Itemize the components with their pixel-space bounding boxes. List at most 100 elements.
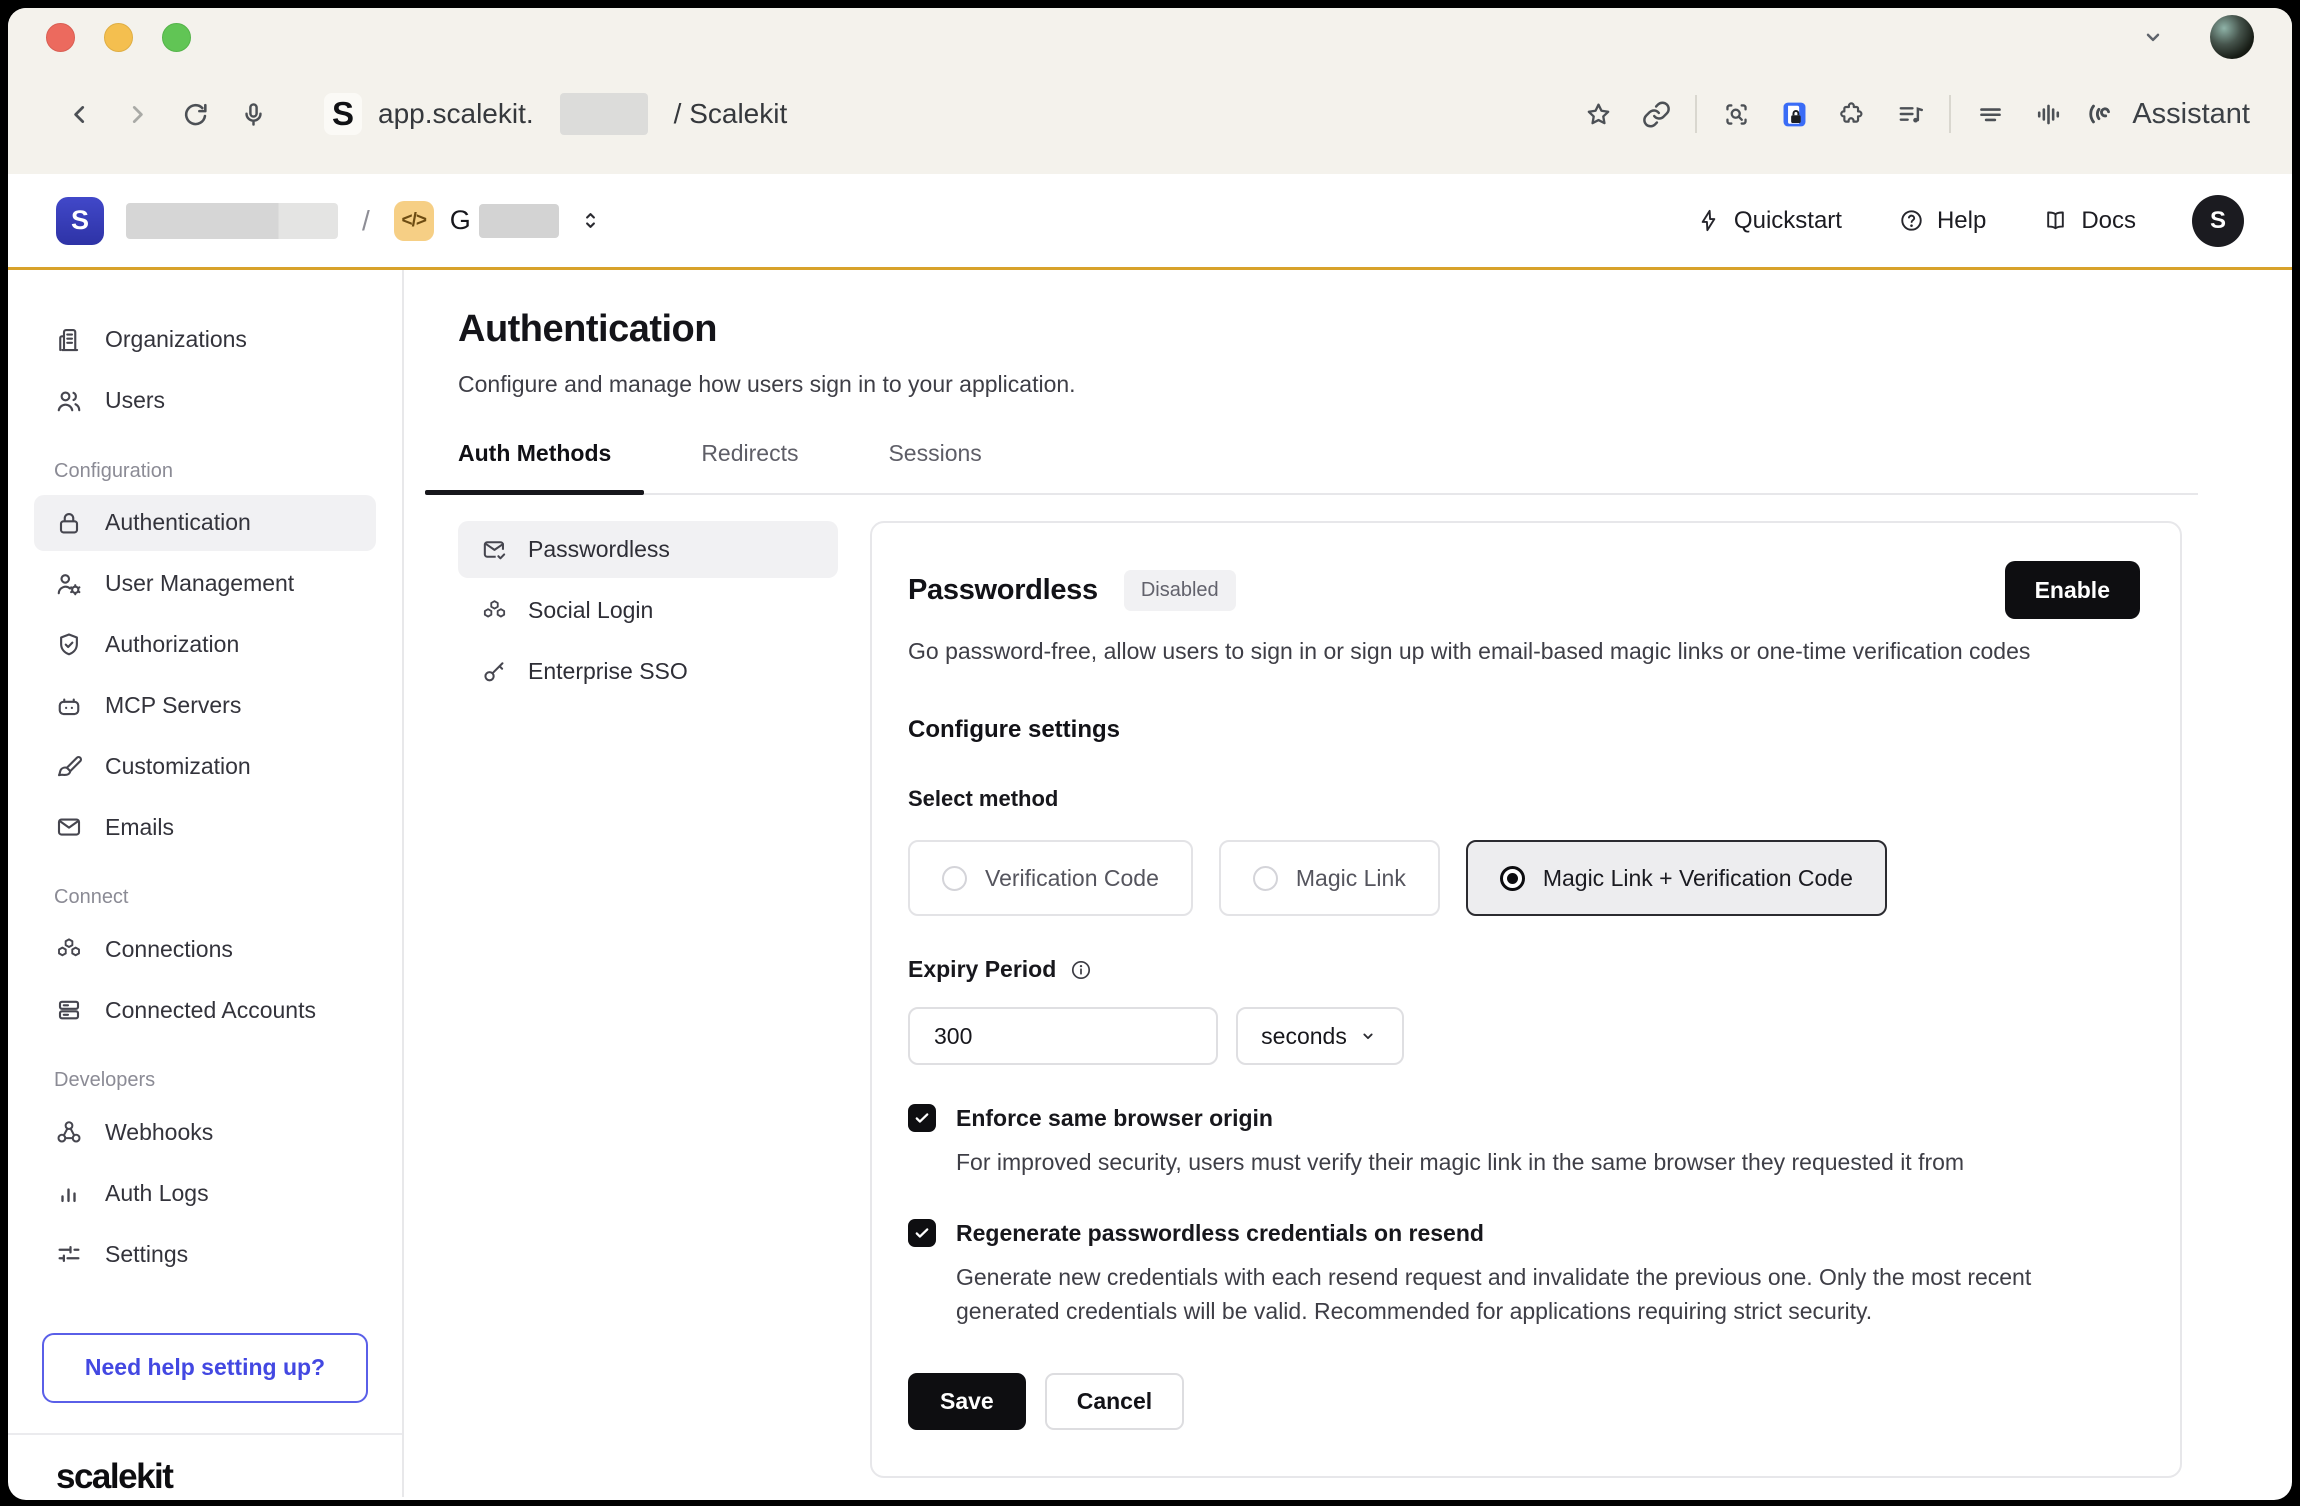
close-window-button[interactable] — [46, 23, 75, 52]
cancel-button[interactable]: Cancel — [1045, 1373, 1184, 1430]
sidebar-item-connections[interactable]: Connections — [34, 921, 376, 977]
environment-name[interactable]: G — [450, 205, 471, 236]
assistant-button[interactable]: Assistant — [2085, 97, 2250, 131]
sidebar-item-label: Customization — [105, 753, 251, 780]
star-icon[interactable] — [1569, 85, 1627, 143]
environment-switcher[interactable] — [577, 207, 604, 234]
lock-icon — [54, 508, 84, 538]
user-avatar[interactable]: S — [2192, 195, 2244, 247]
sidebar-item-user-management[interactable]: User Management — [34, 556, 376, 612]
radio-checked-icon — [1500, 866, 1525, 891]
sidebar-item-users[interactable]: Users — [34, 373, 376, 429]
need-help-button[interactable]: Need help setting up? — [42, 1333, 368, 1403]
info-icon[interactable] — [1069, 958, 1093, 982]
media-list-icon[interactable] — [1881, 85, 1939, 143]
password-manager-icon[interactable] — [1765, 85, 1823, 143]
org-logo[interactable]: S — [56, 197, 104, 245]
address-bar[interactable]: S app.scalekit. / Scalekit — [324, 93, 1569, 135]
organizations-icon — [54, 325, 84, 355]
sidebar-item-organizations[interactable]: Organizations — [34, 312, 376, 368]
back-icon[interactable] — [50, 85, 108, 143]
chevron-down-icon — [1357, 1025, 1379, 1047]
redacted-url-segment — [560, 93, 648, 135]
mail-check-icon — [480, 535, 509, 564]
enable-button[interactable]: Enable — [2005, 561, 2140, 619]
extensions-icon[interactable] — [1823, 85, 1881, 143]
app-header: S / </> G Quickstart Help Docs S — [8, 174, 2292, 270]
subnav-item-label: Social Login — [528, 597, 653, 624]
chevron-down-icon[interactable] — [2138, 22, 2168, 52]
subnav-item-social-login[interactable]: Social Login — [458, 582, 838, 639]
regenerate-credentials-label[interactable]: Regenerate passwordless credentials on r… — [956, 1218, 1484, 1248]
scalekit-logo: scalekit — [34, 1435, 376, 1497]
mail-icon — [54, 812, 84, 842]
toolbar-divider — [1949, 95, 1951, 133]
expiry-period-label: Expiry Period — [908, 956, 2140, 983]
zoom-window-button[interactable] — [162, 23, 191, 52]
assistant-wave-icon — [2085, 97, 2119, 131]
book-icon — [2042, 207, 2069, 234]
save-button[interactable]: Save — [908, 1373, 1026, 1430]
sidebar-item-webhooks[interactable]: Webhooks — [34, 1104, 376, 1160]
enforce-origin-row: Enforce same browser origin — [908, 1103, 2140, 1133]
expiry-unit-select[interactable]: seconds — [1236, 1007, 1404, 1065]
sidebar-item-mcp-servers[interactable]: MCP Servers — [34, 678, 376, 734]
forward-icon[interactable] — [108, 85, 166, 143]
sidebar-item-settings[interactable]: Settings — [34, 1226, 376, 1282]
sidebar-item-label: Settings — [105, 1241, 188, 1268]
checkbox-checked-icon[interactable] — [908, 1104, 936, 1132]
url-text: app.scalekit. — [378, 98, 534, 130]
method-option-verification-code[interactable]: Verification Code — [908, 840, 1193, 916]
browser-toolbar: S app.scalekit. / Scalekit Assistant — [8, 66, 2292, 162]
select-method-label: Select method — [908, 786, 2140, 812]
sidebar-item-emails[interactable]: Emails — [34, 799, 376, 855]
browser-profile-avatar[interactable] — [2210, 15, 2254, 59]
method-option-magic-link[interactable]: Magic Link — [1219, 840, 1440, 916]
expiry-period-input[interactable] — [908, 1007, 1218, 1065]
sidebar-item-authentication[interactable]: Authentication — [34, 495, 376, 551]
subnav-item-enterprise-sso[interactable]: Enterprise SSO — [458, 643, 838, 700]
cubes-icon — [54, 934, 84, 964]
tab-redirects[interactable]: Redirects — [701, 440, 798, 493]
method-option-magic-link-verification-code[interactable]: Magic Link + Verification Code — [1466, 840, 1887, 916]
subnav-item-label: Enterprise SSO — [528, 658, 688, 685]
passwordless-panel: Passwordless Disabled Enable Go password… — [870, 521, 2182, 1478]
mic-icon[interactable] — [224, 85, 282, 143]
sidebar-item-customization[interactable]: Customization — [34, 739, 376, 795]
radio-unchecked-icon — [1253, 866, 1278, 891]
sidebar-section-connect: Connect — [54, 886, 376, 909]
search-zoom-icon[interactable] — [1707, 85, 1765, 143]
key-icon — [480, 657, 509, 686]
quickstart-link[interactable]: Quickstart — [1695, 207, 1842, 235]
shield-check-icon — [54, 630, 84, 660]
link-icon[interactable] — [1627, 85, 1685, 143]
enforce-origin-description: For improved security, users must verify… — [956, 1145, 2106, 1180]
reader-mode-icon[interactable] — [1961, 85, 2019, 143]
site-favicon: S — [324, 93, 362, 135]
bar-chart-icon — [54, 1178, 84, 1208]
status-badge: Disabled — [1124, 570, 1236, 611]
page-subtitle: Configure and manage how users sign in t… — [458, 371, 2292, 398]
subnav-item-label: Passwordless — [528, 536, 670, 563]
tab-auth-methods[interactable]: Auth Methods — [458, 440, 611, 493]
help-link[interactable]: Help — [1898, 207, 1986, 235]
checkbox-checked-icon[interactable] — [908, 1219, 936, 1247]
sidebar: Organizations Users Configuration Authen… — [8, 270, 404, 1497]
minimize-window-button[interactable] — [104, 23, 133, 52]
help-circle-icon — [1898, 207, 1925, 234]
sidebar-item-connected-accounts[interactable]: Connected Accounts — [34, 982, 376, 1038]
server-stack-icon — [54, 995, 84, 1025]
sidebar-item-auth-logs[interactable]: Auth Logs — [34, 1165, 376, 1221]
panel-description: Go password-free, allow users to sign in… — [908, 635, 2073, 668]
docs-link[interactable]: Docs — [2042, 207, 2136, 235]
voice-bars-icon[interactable] — [2019, 85, 2077, 143]
redacted-environment-name — [479, 204, 559, 238]
titlebar — [8, 8, 2292, 66]
sidebar-item-authorization[interactable]: Authorization — [34, 617, 376, 673]
redacted-org-name — [126, 203, 338, 239]
enforce-origin-label[interactable]: Enforce same browser origin — [956, 1103, 1273, 1133]
sidebar-item-label: Webhooks — [105, 1119, 213, 1146]
tab-sessions[interactable]: Sessions — [888, 440, 981, 493]
subnav-item-passwordless[interactable]: Passwordless — [458, 521, 838, 578]
reload-icon[interactable] — [166, 85, 224, 143]
